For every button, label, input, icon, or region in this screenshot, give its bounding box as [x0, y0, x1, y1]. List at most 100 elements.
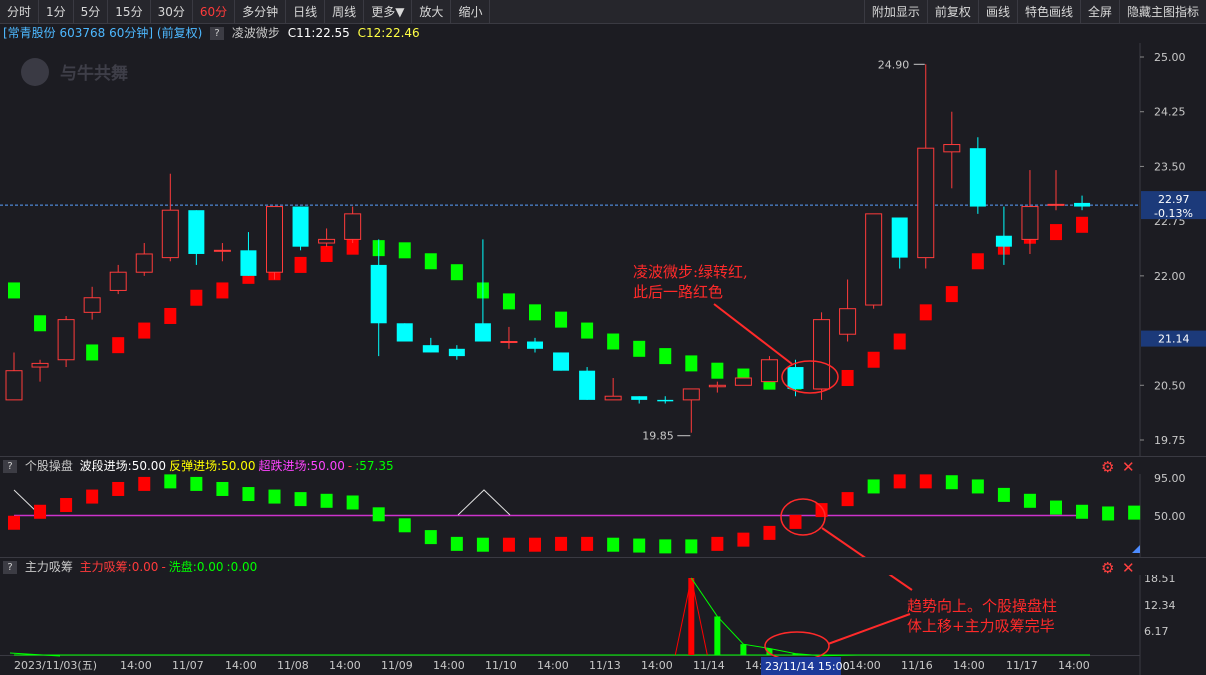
date-axis-label: 2023/11/03(五)	[14, 659, 97, 672]
lbwb-marker	[581, 322, 594, 339]
date-axis-label: 14:00	[120, 659, 152, 672]
panel2-axis-tick: 50.00	[1154, 510, 1186, 523]
date-axis-label: 11/13	[589, 659, 621, 672]
lbwb-marker	[86, 344, 99, 361]
panel3-settings-gear-icon[interactable]: ⚙	[1101, 559, 1114, 577]
panel2-close-icon[interactable]: ✕	[1122, 458, 1135, 476]
candle-body-up	[266, 206, 283, 273]
candle-body-down	[969, 148, 986, 207]
price-axis-tick: 19.75	[1154, 434, 1186, 447]
lbwb-marker	[659, 348, 672, 365]
annotation-trend-line2: 体上移+主力吸筹完毕	[907, 617, 1055, 635]
candle-body-up	[109, 271, 127, 291]
price-axis-tick: 25.00	[1154, 51, 1186, 64]
panel2-value-1: 反弹进场:50.00	[169, 459, 256, 473]
candle-body-up	[31, 362, 49, 368]
panel2-title[interactable]: 个股操盘	[25, 459, 73, 473]
panel2-settings-gear-icon[interactable]: ⚙	[1101, 458, 1114, 476]
lbwb-marker	[1076, 216, 1089, 233]
annotation-trend-line1: 趋势向上。个股操盘柱	[907, 597, 1057, 615]
panel2-bar	[398, 518, 411, 533]
panel2-bar	[424, 530, 437, 545]
candle-body-down	[474, 323, 491, 342]
lbwb-marker	[919, 304, 932, 321]
panel2-bar	[138, 476, 151, 491]
annotation-lbwb-line2: 此后一路红色	[633, 283, 723, 301]
candle-body-down	[527, 341, 543, 349]
date-axis-label: 11/14	[693, 659, 725, 672]
candle-body-down	[657, 399, 674, 402]
panel2-bar	[242, 487, 255, 502]
panel2-bar	[1023, 493, 1036, 508]
panel2-value-4: :57.35	[355, 459, 394, 473]
candle-body-up	[57, 319, 75, 361]
candle-body-down	[292, 206, 309, 247]
candle-body-up	[5, 370, 23, 401]
lbwb-marker	[450, 264, 463, 281]
watermark-logo-icon	[21, 58, 49, 86]
panel3-close-icon[interactable]: ✕	[1122, 559, 1135, 577]
candle-body-up	[813, 319, 831, 390]
panel3-header: ? 主力吸筹 主力吸筹:0.00- 洗盘:0.00:0.00	[0, 558, 1140, 576]
candle-body-up	[1021, 206, 1039, 240]
panel2-bar	[502, 537, 515, 552]
candle-body-down	[995, 235, 1012, 247]
date-axis-label: 14:00	[329, 659, 361, 672]
panel2-header: ? 个股操盘 波段进场:50.00 反弹进场:50.00 超跌进场:50.00-:5…	[0, 457, 1140, 475]
panel3-help-icon[interactable]: ?	[3, 561, 17, 574]
panel2-bar	[34, 504, 47, 519]
panel2-bar	[555, 536, 568, 551]
lbwb-marker	[529, 304, 541, 321]
panel2-bar	[789, 514, 802, 529]
current-change-label: -0.13%	[1154, 207, 1193, 220]
date-axis-label: 11/07	[172, 659, 204, 672]
cursor-date-label: 23/11/14 15:00	[765, 660, 850, 673]
candle-body-down	[188, 210, 205, 254]
annotation-lbwb-line1: 凌波微步:绿转红,	[633, 263, 748, 281]
date-axis-label: 14:00	[225, 659, 257, 672]
panel2-bar	[372, 507, 385, 522]
lbwb-marker	[945, 286, 958, 303]
candle-body-up	[161, 209, 179, 259]
lbwb-marker	[893, 333, 906, 350]
lbwb-marker	[711, 362, 724, 379]
panel2-bar	[607, 537, 620, 552]
candle-body-up	[917, 147, 935, 259]
panel2-value-0: 波段进场:50.00	[79, 459, 167, 473]
panel2-help-icon[interactable]: ?	[3, 460, 17, 473]
candle-body-down	[370, 264, 387, 324]
panel2-bar	[763, 525, 776, 540]
price-axis-tick: 24.25	[1154, 106, 1186, 119]
panel2-bar	[581, 536, 594, 551]
panel3-value-2: 洗盘:0.00	[168, 560, 224, 574]
candle-body-up	[760, 359, 778, 383]
price-axis-tick: 20.50	[1154, 379, 1186, 392]
candle-body-up	[943, 144, 961, 153]
date-axis-label: 11/10	[485, 659, 517, 672]
lbwb-marker	[502, 293, 515, 310]
panel2-bar	[60, 498, 73, 513]
panel2-bar	[737, 532, 750, 547]
panel2-bar	[1050, 500, 1062, 515]
panel2-values: 波段进场:50.00 反弹进场:50.00 超跌进场:50.00-:57.35	[77, 459, 394, 473]
candle-body-down	[579, 370, 596, 400]
price-axis-tick: 23.50	[1154, 160, 1186, 173]
lbwb-marker	[607, 333, 620, 350]
date-axis-label: 11/09	[381, 659, 413, 672]
candle-body-up	[708, 384, 726, 388]
panel3-title[interactable]: 主力吸筹	[25, 560, 73, 574]
candle-body-up	[344, 213, 362, 240]
candle-body-down	[240, 250, 257, 276]
date-axis-label: 14:00	[1058, 659, 1090, 672]
lbwb-marker	[685, 355, 698, 372]
date-axis-label: 14:00	[433, 659, 465, 672]
date-axis-label: 14:00	[953, 659, 985, 672]
candle-body-up	[83, 297, 101, 313]
lbwb-marker	[1050, 224, 1062, 241]
lbwb-marker	[555, 311, 568, 328]
annotation-arrow-3	[827, 613, 911, 645]
current-price-label: 22.97	[1158, 193, 1190, 206]
panel3-axis-tick: 6.17	[1144, 625, 1169, 638]
candle-body-up	[682, 388, 700, 401]
panel2-bar	[919, 474, 932, 489]
